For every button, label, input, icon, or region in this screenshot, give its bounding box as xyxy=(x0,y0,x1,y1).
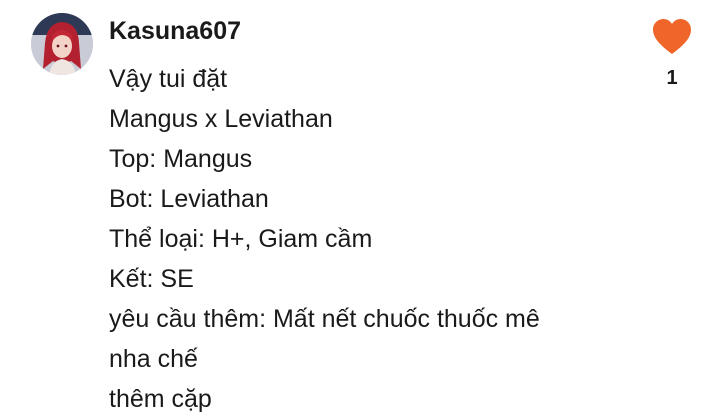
comment-line: Bot: Leviathan xyxy=(109,185,269,213)
comment-line: thêm cặp xyxy=(109,385,212,413)
comment-line: Kết: SE xyxy=(109,265,194,293)
comment-line: Top: Mangus xyxy=(109,145,253,173)
comment-line: nha chế xyxy=(109,345,198,373)
comment-line: Thể loại: H+, Giam cầm xyxy=(109,225,373,253)
like-count: 1 xyxy=(666,67,678,89)
heart-icon xyxy=(653,19,691,54)
comment-line: yêu cầu thêm: Mất nết chuốc thuốc mê xyxy=(109,305,540,333)
comment-card: Kasuna607 Vậy tui đặt Mangus x Leviathan… xyxy=(0,0,720,419)
comment-line: Vậy tui đặt xyxy=(109,65,228,93)
comment-line: Mangus x Leviathan xyxy=(109,105,333,133)
comment-author[interactable]: Kasuna607 xyxy=(109,17,241,46)
user-avatar-icon xyxy=(31,13,93,75)
like-button[interactable] xyxy=(652,18,692,56)
comment-body: Vậy tui đặt Mangus x Leviathan Top: Mang… xyxy=(109,63,540,419)
avatar[interactable] xyxy=(31,13,93,75)
